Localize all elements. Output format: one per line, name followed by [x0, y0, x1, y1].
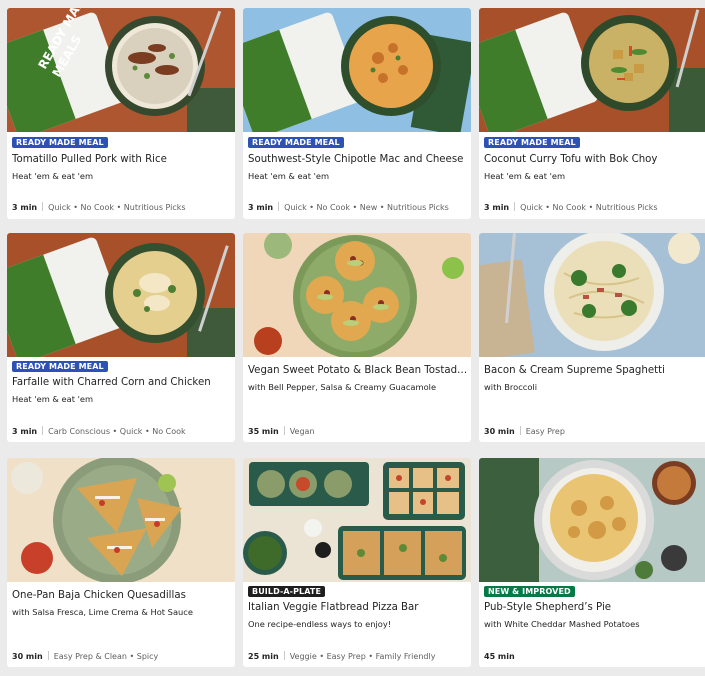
recipe-photo[interactable] [479, 458, 705, 582]
divider [42, 426, 44, 435]
recipe-photo[interactable] [7, 233, 235, 357]
recipe-title[interactable]: Farfalle with Charred Corn and Chicken [12, 376, 232, 389]
cook-time: 3 min [484, 203, 510, 212]
cook-time: 3 min [12, 203, 38, 212]
recipe-tag: READY MADE MEAL [12, 137, 108, 148]
recipe-title[interactable]: Italian Veggie Flatbread Pizza Bar [248, 601, 468, 614]
recipe-meta: 30 min Easy Prep [484, 426, 702, 437]
recipe-tags: Easy Prep [525, 427, 565, 436]
recipe-tag: READY MADE MEAL [12, 361, 108, 372]
cook-time: 30 min [12, 652, 43, 661]
recipe-tags: Quick • No Cook • Nutritious Picks [520, 203, 658, 212]
cook-time: 3 min [12, 427, 38, 436]
recipe-card[interactable]: BUILD-A-PLATE Italian Veggie Flatbread P… [243, 458, 471, 667]
recipe-tags: Vegan [289, 427, 315, 436]
recipe-card[interactable]: Vegan Sweet Potato & Black Bean Tostadas… [243, 233, 471, 442]
recipe-photo[interactable] [479, 8, 705, 132]
recipe-card[interactable]: READY MADE MEAL Farfalle with Charred Co… [7, 233, 235, 442]
recipe-meta: 3 min Quick • No Cook • Nutritious Picks [12, 202, 230, 213]
recipe-subtitle: with Bell Pepper, Salsa & Creamy Guacamo… [248, 382, 437, 392]
divider [278, 202, 280, 211]
recipe-subtitle: with White Cheddar Mashed Potatoes [484, 619, 640, 629]
recipe-meta: 3 min Quick • No Cook • Nutritious Picks [484, 202, 702, 213]
recipe-title[interactable]: Southwest-Style Chipotle Mac and Cheese [248, 153, 468, 166]
recipe-tags: Quick • No Cook • New • Nutritious Picks [284, 203, 449, 212]
recipe-title[interactable]: Pub-Style Shepherd’s Pie [484, 601, 704, 614]
recipe-meta: 30 min Easy Prep & Clean • Spicy [12, 651, 230, 662]
recipe-photo[interactable]: READY MADE MEALS [7, 8, 235, 132]
recipe-photo[interactable] [243, 8, 471, 132]
cook-time: 35 min [248, 427, 279, 436]
recipe-title[interactable]: Vegan Sweet Potato & Black Bean Tostadas [248, 364, 468, 377]
recipe-subtitle: Heat 'em & eat 'em [248, 171, 330, 181]
recipe-card[interactable]: READY MADE MEAL Coconut Curry Tofu with … [479, 8, 705, 219]
cook-time: 45 min [484, 652, 515, 661]
recipe-card[interactable]: Bacon & Cream Supreme Spaghetti with Bro… [479, 233, 705, 442]
recipe-title[interactable]: Coconut Curry Tofu with Bok Choy [484, 153, 704, 166]
cook-time: 25 min [248, 652, 279, 661]
recipe-tags: Easy Prep & Clean • Spicy [53, 652, 159, 661]
recipe-subtitle: Heat 'em & eat 'em [12, 171, 94, 181]
recipe-tags: Veggie • Easy Prep • Family Friendly [289, 652, 436, 661]
recipe-tag: NEW & IMPROVED [484, 586, 575, 597]
recipe-meta: 25 min Veggie • Easy Prep • Family Friend… [248, 651, 466, 662]
recipe-tag: BUILD-A-PLATE [248, 586, 326, 597]
recipe-title[interactable]: Tomatillo Pulled Pork with Rice [12, 153, 232, 166]
recipe-title[interactable]: Bacon & Cream Supreme Spaghetti [484, 364, 704, 377]
recipe-card[interactable]: READY MADE MEALS READY MADE MEAL Tomatil… [7, 8, 235, 219]
divider [283, 426, 285, 435]
recipe-card[interactable]: READY MADE MEAL Southwest-Style Chipotle… [243, 8, 471, 219]
recipe-photo[interactable] [243, 458, 471, 582]
recipe-meta: 3 min Carb Conscious • Quick • No Cook [12, 426, 230, 437]
recipe-meta: 45 min [484, 651, 702, 662]
divider [47, 651, 49, 660]
recipe-photo[interactable] [7, 458, 235, 582]
recipe-tag: READY MADE MEAL [484, 137, 580, 148]
recipe-subtitle: Heat 'em & eat 'em [484, 171, 566, 181]
recipe-card[interactable]: One-Pan Baja Chicken Quesadillas with Sa… [7, 458, 235, 667]
cook-time: 3 min [248, 203, 274, 212]
recipe-tag: READY MADE MEAL [248, 137, 344, 148]
divider [283, 651, 285, 660]
recipe-subtitle: Heat 'em & eat 'em [12, 394, 94, 404]
recipe-subtitle: One recipe-endless ways to enjoy! [248, 619, 392, 629]
recipe-tags: Quick • No Cook • Nutritious Picks [48, 203, 186, 212]
divider [519, 426, 521, 435]
recipe-tags: Carb Conscious • Quick • No Cook [48, 427, 186, 436]
recipe-meta: 3 min Quick • No Cook • New • Nutritious … [248, 202, 466, 213]
recipe-title[interactable]: One-Pan Baja Chicken Quesadillas [12, 589, 232, 602]
divider [514, 202, 516, 211]
recipe-subtitle: with Broccoli [484, 382, 538, 392]
recipe-meta: 35 min Vegan [248, 426, 466, 437]
recipe-subtitle: with Salsa Fresca, Lime Crema & Hot Sauc… [12, 607, 193, 617]
recipe-card[interactable]: NEW & IMPROVED Pub-Style Shepherd’s Pie … [479, 458, 705, 667]
recipe-photo[interactable] [479, 233, 705, 357]
recipe-photo[interactable] [243, 233, 471, 357]
divider [42, 202, 44, 211]
cook-time: 30 min [484, 427, 515, 436]
